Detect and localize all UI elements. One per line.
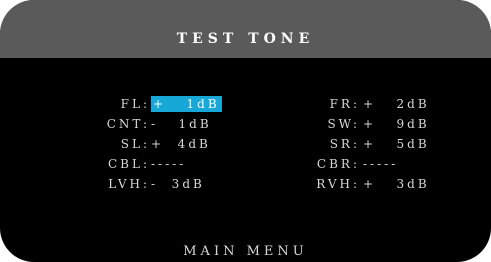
channel-value-cbl[interactable]: ----- — [151, 157, 227, 171]
channel-value-lvh[interactable]: - 3dB — [151, 177, 227, 191]
channel-label-fr: FR: — [329, 97, 360, 111]
test-tone-screen: TEST TONE FL: + 1dB CNT: - 1dB SL: + 4dB… — [0, 0, 491, 262]
channel-value-cbr[interactable]: ----- — [363, 157, 439, 171]
main-menu-link[interactable]: MAIN MENU — [0, 244, 491, 259]
channel-value-sw[interactable]: + 9dB — [363, 117, 439, 131]
channel-label-cbl: CBL: — [107, 157, 150, 171]
channel-label-lvh: LVH: — [108, 177, 150, 191]
screen-title: TEST TONE — [176, 31, 315, 47]
channel-value-cnt[interactable]: - 1dB — [151, 117, 227, 131]
channel-label-rvh: RVH: — [316, 177, 360, 191]
channel-value-fl[interactable]: + 1dB — [151, 96, 227, 112]
channel-value-rvh[interactable]: + 3dB — [363, 177, 439, 191]
channel-value-sr[interactable]: + 5dB — [363, 137, 439, 151]
channel-label-sw: SW: — [327, 117, 360, 131]
selected-value[interactable]: + 1dB — [151, 96, 222, 112]
channel-value-sl[interactable]: + 4dB — [151, 137, 227, 151]
channel-label-sl: SL: — [120, 137, 150, 151]
channel-value-fr[interactable]: + 2dB — [363, 97, 439, 111]
channel-label-sr: SR: — [329, 137, 360, 151]
channel-label-cnt: CNT: — [106, 117, 150, 131]
title-bar — [0, 0, 491, 58]
channel-label-fl: FL: — [120, 97, 150, 111]
channel-label-cbr: CBR: — [316, 157, 360, 171]
